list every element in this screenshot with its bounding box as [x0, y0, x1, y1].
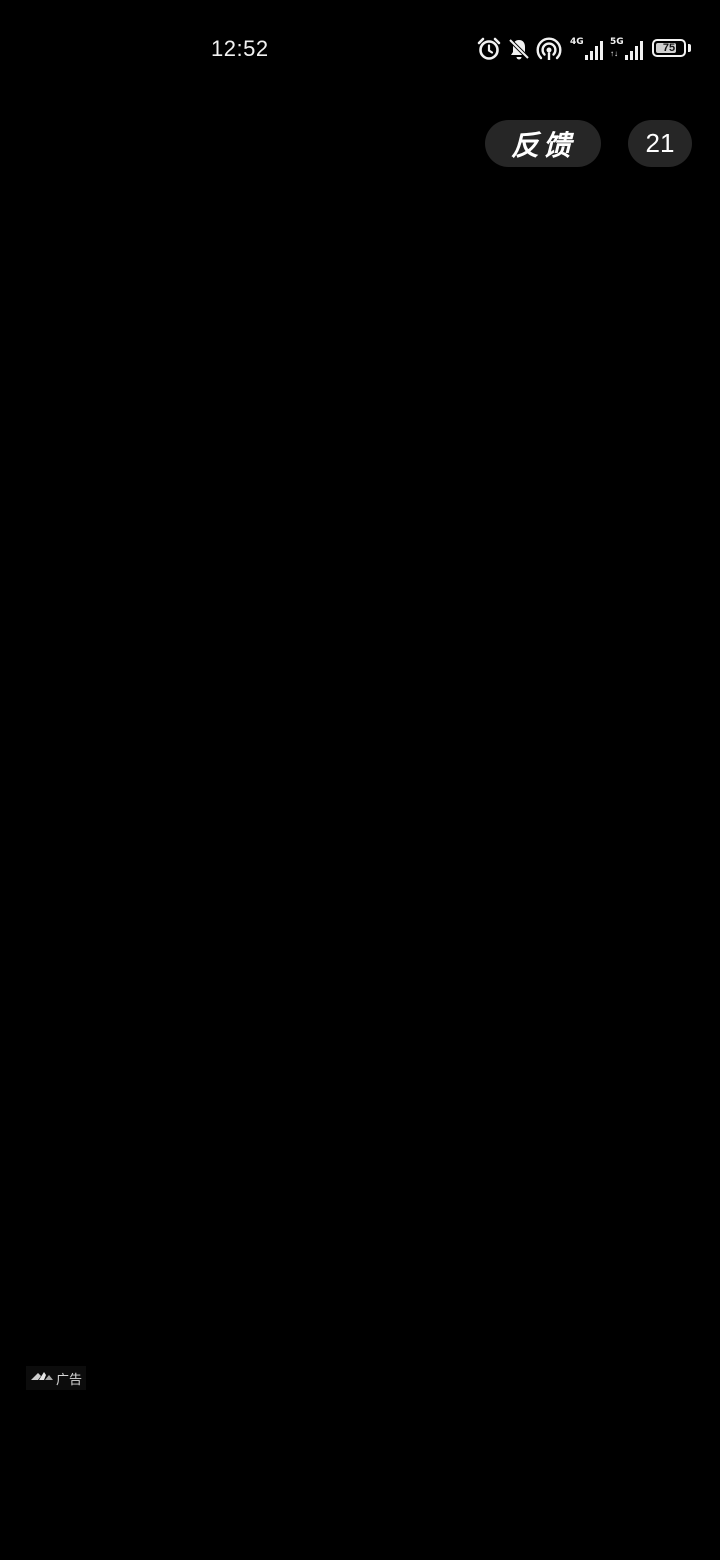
network-type-label: 5G	[610, 37, 624, 47]
skip-countdown-button[interactable]: 21	[628, 120, 692, 167]
data-arrows: ↑↓	[610, 49, 618, 58]
status-icons: 4G 5G ↑↓ 75	[476, 34, 692, 64]
status-time: 12:52	[211, 36, 269, 61]
signal-icon: 4G	[570, 36, 606, 62]
ad-badge: 广告	[26, 1366, 87, 1390]
bell-off-icon	[506, 36, 532, 62]
network-type-label: 4G	[570, 37, 584, 47]
battery-level: 75	[662, 42, 676, 54]
ad-network-logo-icon	[30, 1369, 54, 1388]
alarm-icon	[476, 36, 502, 62]
battery-icon: 75	[652, 39, 692, 59]
feedback-button[interactable]: 反馈	[485, 120, 601, 167]
ad-label: 广告	[56, 1372, 83, 1388]
signal-icon: 5G ↑↓	[610, 36, 646, 62]
battery-cap	[688, 44, 691, 52]
status-bar: 12:52 4G 5G ↑↓ 75	[0, 0, 720, 100]
hotspot-icon	[536, 36, 566, 62]
